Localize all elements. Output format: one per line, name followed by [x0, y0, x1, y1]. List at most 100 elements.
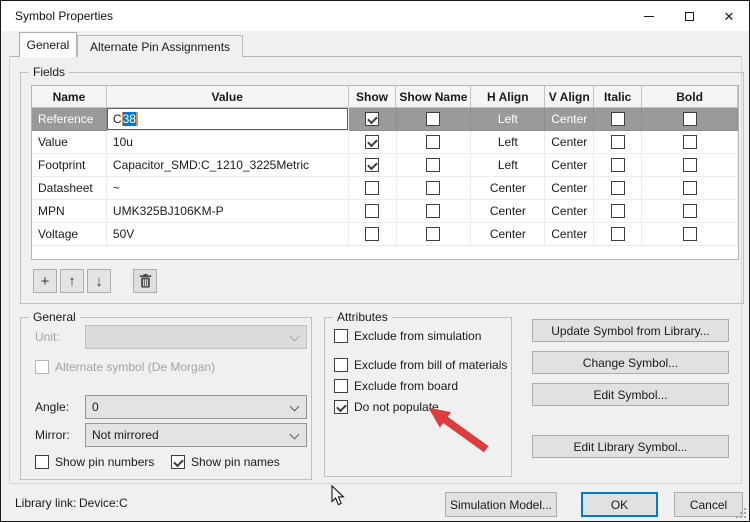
- bold-checkbox-cell[interactable]: [642, 223, 738, 246]
- show-checkbox-cell[interactable]: [349, 177, 397, 200]
- mirror-value: Not mirrored: [92, 428, 159, 442]
- mirror-combobox[interactable]: Not mirrored: [85, 423, 307, 447]
- close-button[interactable]: ✕: [709, 1, 749, 31]
- ok-button[interactable]: OK: [581, 492, 658, 517]
- field-value-cell[interactable]: C38: [107, 108, 349, 131]
- italic-checkbox-cell[interactable]: [594, 223, 642, 246]
- show-name-checkbox-cell[interactable]: [397, 223, 472, 246]
- column-header-show[interactable]: Show: [349, 86, 397, 107]
- field-value-editor[interactable]: C38: [107, 108, 348, 130]
- button-label: OK: [611, 498, 628, 512]
- change-symbol-button[interactable]: Change Symbol...: [532, 351, 729, 374]
- edit-library-symbol-button[interactable]: Edit Library Symbol...: [532, 435, 729, 458]
- h-align-cell[interactable]: Left: [471, 154, 545, 177]
- add-field-button[interactable]: +: [33, 269, 57, 293]
- field-row-value[interactable]: Value10u LeftCenter: [32, 131, 738, 154]
- v-align-cell[interactable]: Center: [545, 177, 594, 200]
- column-header-v-align[interactable]: V Align: [545, 86, 594, 107]
- italic-checkbox-cell[interactable]: [594, 131, 642, 154]
- bold-checkbox-cell[interactable]: [642, 200, 738, 223]
- column-header-h-align[interactable]: H Align: [471, 86, 545, 107]
- bold-checkbox-cell[interactable]: [642, 108, 738, 131]
- plus-icon: +: [41, 274, 50, 289]
- column-header-value[interactable]: Value: [107, 86, 349, 107]
- h-align-cell[interactable]: Left: [471, 108, 545, 131]
- delete-field-button[interactable]: [133, 269, 157, 293]
- title-bar[interactable]: Symbol Properties ✕: [1, 1, 749, 31]
- show-checkbox-cell[interactable]: [349, 154, 397, 177]
- field-row-mpn[interactable]: MPNUMK325BJ106KM-P CenterCenter: [32, 200, 738, 223]
- simulation-model-button[interactable]: Simulation Model...: [445, 492, 557, 517]
- button-label: Edit Symbol...: [593, 388, 667, 402]
- v-align-cell[interactable]: Center: [545, 108, 594, 131]
- bold-checkbox-cell[interactable]: [642, 131, 738, 154]
- show-checkbox-cell[interactable]: [349, 223, 397, 246]
- column-header-name[interactable]: Name: [32, 86, 107, 107]
- angle-combobox[interactable]: 0: [85, 395, 307, 419]
- field-row-voltage[interactable]: Voltage50V CenterCenter: [32, 223, 738, 246]
- field-value-cell[interactable]: 10u: [107, 131, 349, 154]
- show-checkbox-cell[interactable]: [349, 200, 397, 223]
- attribute-checkbox-do-not-populate[interactable]: Do not populate: [334, 400, 439, 414]
- field-name-cell[interactable]: Reference: [32, 108, 107, 131]
- attribute-checkbox-exclude-from-bill-of-materials[interactable]: Exclude from bill of materials: [334, 358, 507, 372]
- attribute-checkbox-exclude-from-board[interactable]: Exclude from board: [334, 379, 458, 393]
- show-pin-names-checkbox[interactable]: Show pin names: [171, 455, 280, 469]
- field-row-datasheet[interactable]: Datasheet~ CenterCenter: [32, 177, 738, 200]
- v-align-cell[interactable]: Center: [545, 200, 594, 223]
- cancel-button[interactable]: Cancel: [674, 492, 743, 517]
- field-row-footprint[interactable]: FootprintCapacitor_SMD:C_1210_3225Metric…: [32, 154, 738, 177]
- field-value-cell[interactable]: UMK325BJ106KM-P: [107, 200, 349, 223]
- field-value-cell[interactable]: Capacitor_SMD:C_1210_3225Metric: [107, 154, 349, 177]
- v-align-cell[interactable]: Center: [545, 154, 594, 177]
- column-header-bold[interactable]: Bold: [642, 86, 738, 107]
- maximize-icon: [685, 12, 694, 21]
- show-name-checkbox-cell[interactable]: [397, 131, 472, 154]
- checkbox-unchecked-icon: [365, 204, 379, 218]
- show-name-checkbox-cell[interactable]: [397, 154, 472, 177]
- italic-checkbox-cell[interactable]: [594, 200, 642, 223]
- v-align-cell[interactable]: Center: [545, 223, 594, 246]
- attribute-checkbox-exclude-from-simulation[interactable]: Exclude from simulation: [334, 329, 481, 343]
- field-name-cell[interactable]: MPN: [32, 200, 107, 223]
- resize-grip[interactable]: [735, 507, 747, 519]
- tab-alternate-pin-assignments[interactable]: Alternate Pin Assignments: [77, 35, 243, 57]
- column-header-italic[interactable]: Italic: [594, 86, 642, 107]
- show-pin-numbers-checkbox[interactable]: Show pin numbers: [35, 455, 154, 469]
- column-header-show-name[interactable]: Show Name: [396, 86, 471, 107]
- field-row-reference[interactable]: ReferenceC38 LeftCenter: [32, 108, 738, 131]
- maximize-button[interactable]: [669, 1, 709, 31]
- tab-general[interactable]: General: [19, 32, 77, 57]
- show-name-checkbox-cell[interactable]: [397, 108, 472, 131]
- move-field-down-button[interactable]: ↓: [87, 269, 111, 293]
- show-name-checkbox-cell[interactable]: [397, 177, 472, 200]
- move-field-up-button[interactable]: ↑: [60, 269, 84, 293]
- field-name-cell[interactable]: Datasheet: [32, 177, 107, 200]
- fields-table-body: ReferenceC38LeftCenterValue10uLeftCenter…: [32, 108, 738, 246]
- field-value-cell[interactable]: 50V: [107, 223, 349, 246]
- h-align-cell[interactable]: Center: [471, 200, 545, 223]
- show-name-checkbox-cell[interactable]: [397, 200, 472, 223]
- v-align-cell[interactable]: Center: [545, 131, 594, 154]
- bold-checkbox-cell[interactable]: [642, 177, 738, 200]
- italic-checkbox-cell[interactable]: [594, 177, 642, 200]
- show-checkbox-cell[interactable]: [349, 108, 397, 131]
- show-pin-names-label: Show pin names: [191, 455, 280, 469]
- field-value-cell[interactable]: ~: [107, 177, 349, 200]
- italic-checkbox-cell[interactable]: [594, 154, 642, 177]
- field-name-cell[interactable]: Value: [32, 131, 107, 154]
- edit-symbol-button[interactable]: Edit Symbol...: [532, 383, 729, 406]
- chevron-down-icon: [290, 332, 300, 342]
- h-align-cell[interactable]: Center: [471, 177, 545, 200]
- field-name-cell[interactable]: Voltage: [32, 223, 107, 246]
- italic-checkbox-cell[interactable]: [594, 108, 642, 131]
- h-align-cell[interactable]: Left: [471, 131, 545, 154]
- show-checkbox-cell[interactable]: [349, 131, 397, 154]
- field-name-cell[interactable]: Footprint: [32, 154, 107, 177]
- bold-checkbox-cell[interactable]: [642, 154, 738, 177]
- h-align-cell[interactable]: Center: [471, 223, 545, 246]
- checkbox-checked-icon: [365, 135, 379, 149]
- update-symbol-from-library-button[interactable]: Update Symbol from Library...: [532, 319, 729, 342]
- minimize-button[interactable]: [629, 1, 669, 31]
- attribute-label: Exclude from bill of materials: [354, 358, 507, 372]
